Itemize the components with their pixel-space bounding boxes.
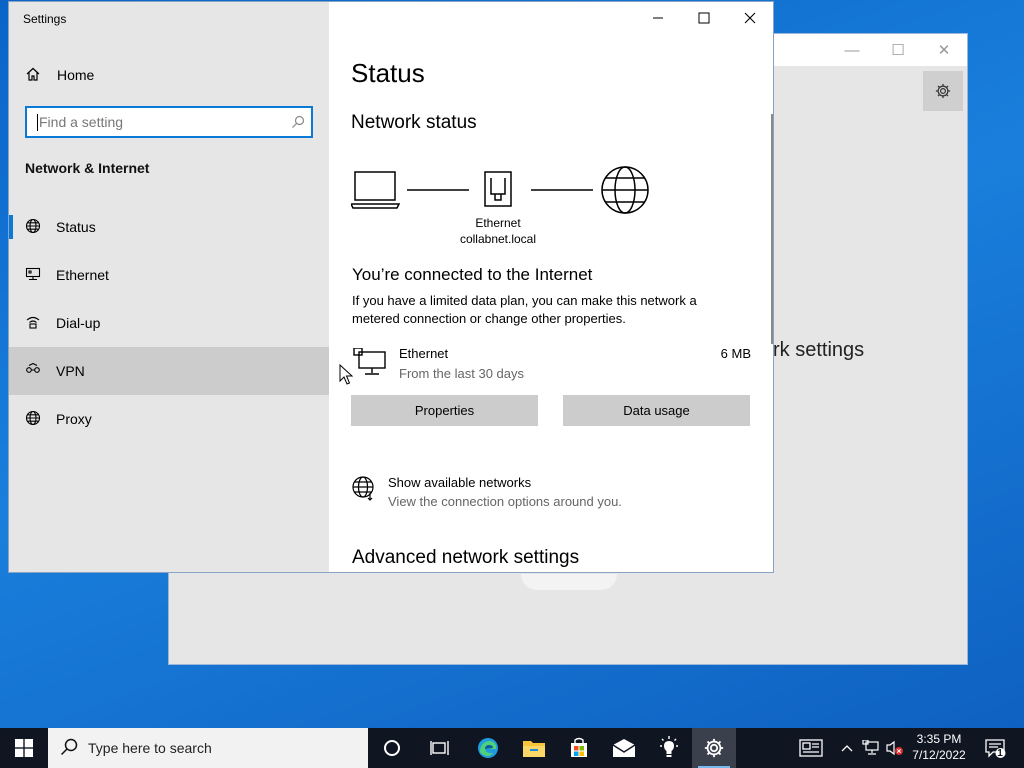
tips-lightbulb-icon[interactable]: [647, 728, 691, 768]
globe-icon: [351, 476, 377, 507]
show-available-networks-link[interactable]: Show available networks View the connect…: [351, 472, 751, 516]
notification-count: 1: [997, 748, 1003, 759]
cortana-icon[interactable]: [370, 728, 414, 768]
ethernet-icon: [25, 266, 43, 284]
network-tray-icon[interactable]: [860, 728, 882, 768]
connection-description: If you have a limited data plan, you can…: [352, 293, 697, 326]
search-icon: [60, 738, 78, 761]
bg-decoration: [521, 574, 617, 590]
network-diagram: Ethernet collabnet.local: [349, 164, 651, 254]
home-link[interactable]: Home: [9, 60, 329, 90]
microsoft-store-icon[interactable]: [557, 728, 601, 768]
volume-muted-icon[interactable]: [884, 728, 906, 768]
clock-date: 7/12/2022: [912, 748, 966, 762]
selection-indicator: [9, 215, 13, 239]
news-widget-icon[interactable]: [796, 728, 826, 768]
taskbar-search-placeholder: Type here to search: [88, 740, 212, 756]
content-pane: Status Network status Ethernet collabnet…: [329, 2, 773, 572]
ethernet-icon: [353, 347, 387, 383]
data-usage-button[interactable]: Data usage: [563, 395, 750, 426]
bg-close-icon[interactable]: ✕: [921, 40, 967, 62]
sidebar-item-proxy[interactable]: Proxy: [9, 395, 329, 443]
properties-button[interactable]: Properties: [351, 395, 538, 426]
search-placeholder: Find a setting: [39, 114, 124, 130]
laptop-icon: [349, 171, 401, 209]
close-icon[interactable]: [727, 2, 773, 34]
mail-icon[interactable]: [602, 728, 646, 768]
taskbar-search-box[interactable]: Type here to search: [48, 728, 368, 768]
taskbar: Type here to search 3:35 PM 7/12/2022 1: [0, 728, 1024, 768]
sidebar-item-vpn[interactable]: VPN: [9, 347, 329, 395]
home-label: Home: [57, 67, 95, 83]
bg-minimize-icon[interactable]: —: [829, 40, 875, 62]
minimize-icon[interactable]: [635, 2, 681, 34]
advanced-settings-heading: Advanced network settings: [352, 547, 580, 568]
app-title: Settings: [23, 12, 67, 26]
home-icon: [25, 66, 41, 87]
section-title: Network & Internet: [25, 160, 150, 176]
clock-time: 3:35 PM: [916, 732, 962, 746]
ethernet-port-icon: [484, 171, 512, 207]
start-button[interactable]: [0, 728, 48, 768]
ethernet-name: Ethernet: [399, 346, 449, 361]
show-networks-title: Show available networks: [388, 475, 532, 490]
ethernet-period: From the last 30 days: [399, 366, 524, 381]
globe-icon: [25, 218, 43, 236]
text-caret: [37, 114, 38, 131]
sidebar-item-label: Dial-up: [56, 315, 101, 331]
sidebar-item-ethernet[interactable]: Ethernet: [9, 251, 329, 299]
ethernet-data-usage: 6 MB: [720, 346, 751, 361]
bg-maximize-icon[interactable]: ☐: [875, 40, 921, 62]
domain-label: collabnet.local: [459, 232, 537, 246]
sidebar-item-label: Ethernet: [56, 267, 109, 283]
ethernet-connection-row[interactable]: Ethernet From the last 30 days 6 MB: [351, 342, 751, 386]
settings-app-icon[interactable]: [692, 728, 736, 768]
sidebar-item-status[interactable]: Status: [9, 203, 329, 251]
vpn-icon: [25, 362, 43, 380]
network-status-heading: Network status: [351, 112, 477, 133]
edge-browser-icon[interactable]: [466, 728, 510, 768]
settings-window[interactable]: Settings Home Find a setting Network & I…: [8, 1, 774, 573]
globe-icon: [25, 410, 43, 428]
internet-globe-icon: [601, 166, 649, 214]
page-title: Status: [351, 58, 425, 88]
notification-center-icon[interactable]: 1: [980, 728, 1010, 768]
sidebar-item-label: Status: [56, 219, 96, 235]
windows-logo-icon: [15, 739, 33, 757]
bg-gear-icon[interactable]: [923, 71, 963, 111]
dialup-icon: [25, 314, 43, 332]
task-view-icon[interactable]: [418, 728, 462, 768]
sidebar: Settings Home Find a setting Network & I…: [9, 2, 329, 572]
adapter-label: Ethernet: [475, 216, 521, 230]
mouse-cursor-icon: [339, 363, 354, 391]
sidebar-item-label: VPN: [56, 363, 85, 379]
show-networks-subtitle: View the connection options around you.: [388, 494, 622, 509]
connection-status-heading: You’re connected to the Internet: [352, 265, 593, 284]
sidebar-item-label: Proxy: [56, 411, 92, 427]
scrollbar[interactable]: [771, 114, 773, 344]
find-setting-input[interactable]: Find a setting: [25, 106, 313, 138]
show-hidden-icons-chevron-icon[interactable]: [836, 728, 858, 768]
sidebar-item-dialup[interactable]: Dial-up: [9, 299, 329, 347]
search-icon: [291, 115, 305, 134]
bg-heading: rk settings: [773, 339, 865, 361]
file-explorer-icon[interactable]: [512, 728, 556, 768]
system-clock[interactable]: 3:35 PM 7/12/2022: [908, 731, 970, 763]
maximize-icon[interactable]: [681, 2, 727, 34]
